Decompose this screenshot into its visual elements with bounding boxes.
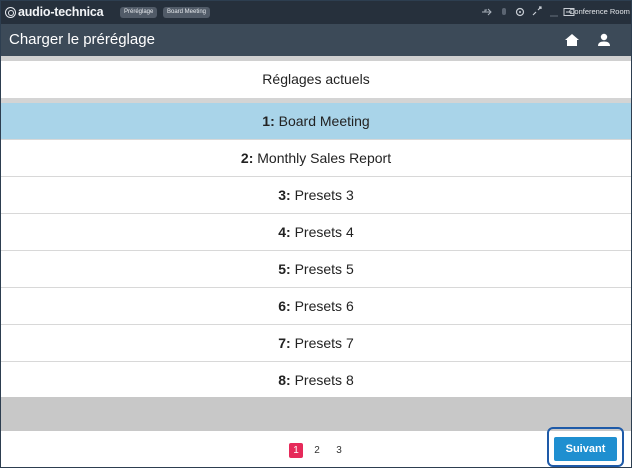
settings-status-icon [515,7,525,17]
title-bar: Charger le préréglage [1,24,631,56]
preset-number: 1: [262,113,275,129]
preset-name: Presets 5 [294,261,354,277]
preset-number: 6: [278,298,291,314]
preset-item[interactable]: 6: Presets 6 [1,288,631,325]
usb-icon [482,8,492,16]
page-3-button[interactable]: 3 [332,443,346,458]
preset-name: Presets 7 [294,335,354,351]
preset-list: 1: Board Meeting 2: Monthly Sales Report 3… [1,103,631,399]
room-name: Conference Room 1 [569,7,632,16]
preset-item[interactable]: 7: Presets 7 [1,325,631,362]
page-2-button[interactable]: 2 [310,443,324,458]
preset-number: 4: [278,224,291,240]
preset-number: 3: [278,187,291,203]
preset-name: Monthly Sales Report [257,150,392,166]
preset-name: Board Meeting [278,113,370,129]
home-icon[interactable] [564,32,580,48]
app-frame: audio-technica Préréglage Board Meeting [0,0,632,468]
preset-item[interactable]: 1: Board Meeting [1,103,631,140]
preset-item[interactable]: 5: Presets 5 [1,251,631,288]
list-empty-area [1,397,631,431]
preset-number: 8: [278,372,291,388]
mute-icon [502,8,506,15]
network-icon [532,6,542,16]
page-title: Charger le préréglage [9,31,155,48]
status-bar: audio-technica Préréglage Board Meeting [1,1,631,24]
preset-number: 5: [278,261,291,277]
preset-name-badge: Board Meeting [163,7,211,18]
brand-name: audio-technica [18,5,104,19]
preset-name: Presets 6 [294,298,354,314]
pagination: 1 2 3 [1,431,631,467]
current-settings-item[interactable]: Réglages actuels [1,61,631,98]
preset-item[interactable]: 2: Monthly Sales Report [1,140,631,177]
preset-name: Presets 4 [294,224,354,240]
next-button[interactable]: Suivant [554,437,617,461]
preset-name: Presets 3 [294,187,354,203]
preset-tag: Préréglage [120,7,158,18]
page-1-button[interactable]: 1 [289,443,303,458]
signal-icon [550,15,558,17]
preset-item[interactable]: 8: Presets 8 [1,362,631,399]
preset-number: 7: [278,335,291,351]
preset-item[interactable]: 3: Presets 3 [1,177,631,214]
preset-number: 2: [240,150,254,166]
brand-logo: audio-technica [5,4,104,20]
user-icon[interactable] [596,32,612,48]
preset-name: Presets 8 [294,372,354,388]
brand-mark-icon [5,6,16,18]
preset-item[interactable]: 4: Presets 4 [1,214,631,251]
